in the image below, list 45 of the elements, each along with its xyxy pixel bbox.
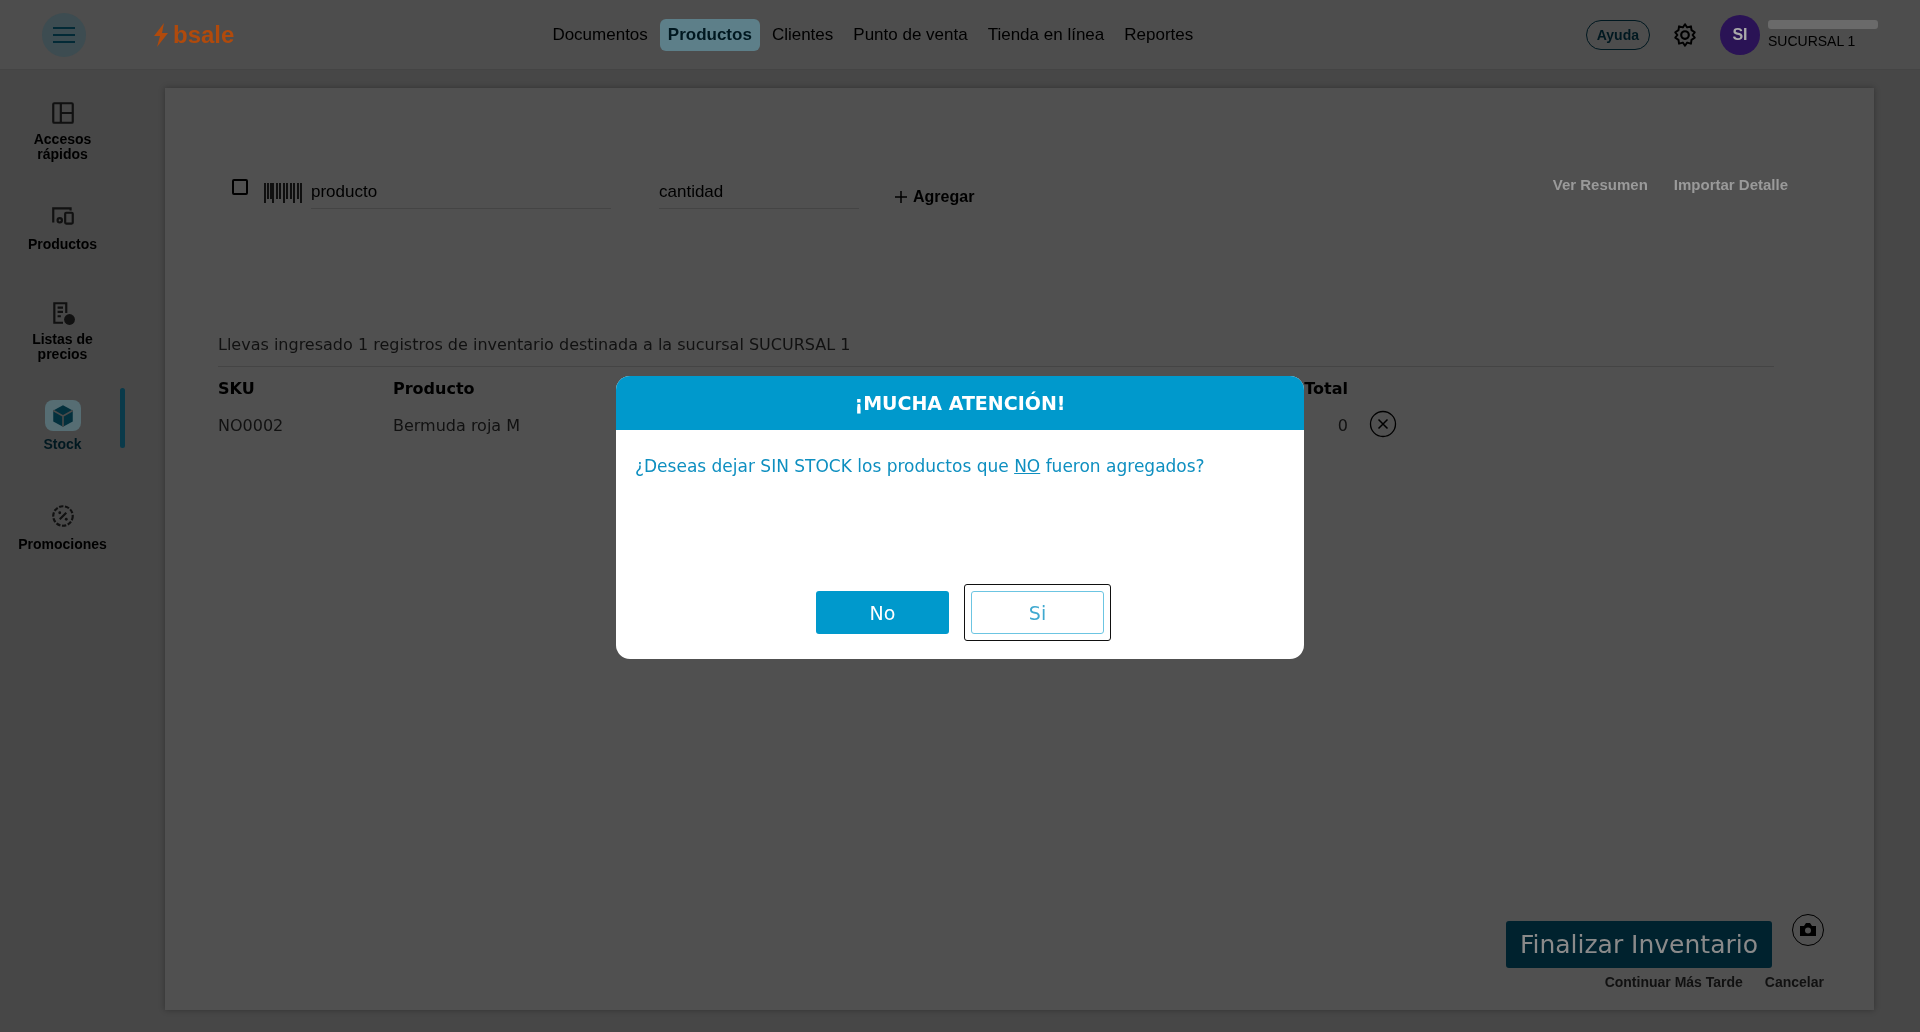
- active-indicator: [120, 388, 125, 448]
- summary-text: Llevas ingresado 1 registros de inventario destinada a la sucursal SUCURSAL 1: [218, 335, 1774, 367]
- column-header: Total: [1304, 378, 1348, 400]
- camera-icon: [1799, 922, 1817, 937]
- help-button[interactable]: Ayuda: [1585, 19, 1650, 50]
- layout-icon: [49, 100, 76, 126]
- nav-tab[interactable]: Reportes: [1116, 18, 1202, 51]
- nav-tab[interactable]: Tienda en línea: [979, 18, 1113, 51]
- sidebar-item[interactable]: Promociones: [0, 488, 125, 564]
- add-button[interactable]: Agregar: [889, 187, 981, 207]
- table-cell-text: 0: [1337, 415, 1348, 437]
- sidebar-item[interactable]: Stock: [0, 388, 125, 464]
- sidebar-item[interactable]: Accesos rápidos: [0, 88, 125, 164]
- branch-label: SUCURSAL 1: [1768, 33, 1857, 49]
- bolt-icon: [152, 22, 170, 47]
- settings-icon[interactable]: [1672, 21, 1698, 48]
- dialog-title: ¡MUCHA ATENCIÓN!: [616, 376, 1304, 430]
- column-header: SKU: [218, 378, 255, 400]
- select-checkbox[interactable]: [232, 179, 248, 195]
- brand-logo[interactable]: bsale: [173, 20, 235, 49]
- nav-tab[interactable]: Productos: [659, 18, 760, 51]
- finish-inventory-button[interactable]: Finalizar Inventario: [1505, 921, 1772, 968]
- nav-tab[interactable]: Documentos: [544, 18, 656, 51]
- column-header: Producto: [393, 378, 475, 400]
- menu-icon: [53, 26, 75, 43]
- quantity-field[interactable]: cantidad: [659, 176, 859, 209]
- user-avatar[interactable]: SI: [1720, 14, 1760, 55]
- discount-icon: [49, 502, 76, 529]
- sidebar-item[interactable]: Productos: [0, 188, 125, 264]
- header-link[interactable]: Importar Detalle: [1673, 176, 1788, 193]
- table-cell-text: Bermuda roja M: [393, 415, 521, 437]
- menu-button[interactable]: [42, 12, 86, 57]
- dialog-message: ¿Deseas dejar SIN STOCK los productos que NO fueron agregados?: [635, 456, 1206, 478]
- nav-tab[interactable]: Punto de venta: [845, 18, 976, 51]
- continue-later-link[interactable]: Continuar Más Tarde: [1604, 974, 1743, 990]
- nav-tab[interactable]: Clientes: [763, 18, 842, 51]
- plus-icon: [895, 191, 907, 203]
- table-cell-text: NO0002: [218, 415, 284, 437]
- close-icon: [1369, 410, 1397, 438]
- barcode-icon: [263, 181, 303, 205]
- cancel-link[interactable]: Cancelar: [1764, 974, 1824, 990]
- sidebar-item[interactable]: Listas de precios: [0, 288, 125, 364]
- dialog-button[interactable]: Si: [964, 584, 1111, 641]
- product-field[interactable]: producto: [311, 176, 611, 209]
- header-link[interactable]: Ver Resumen: [1552, 176, 1648, 193]
